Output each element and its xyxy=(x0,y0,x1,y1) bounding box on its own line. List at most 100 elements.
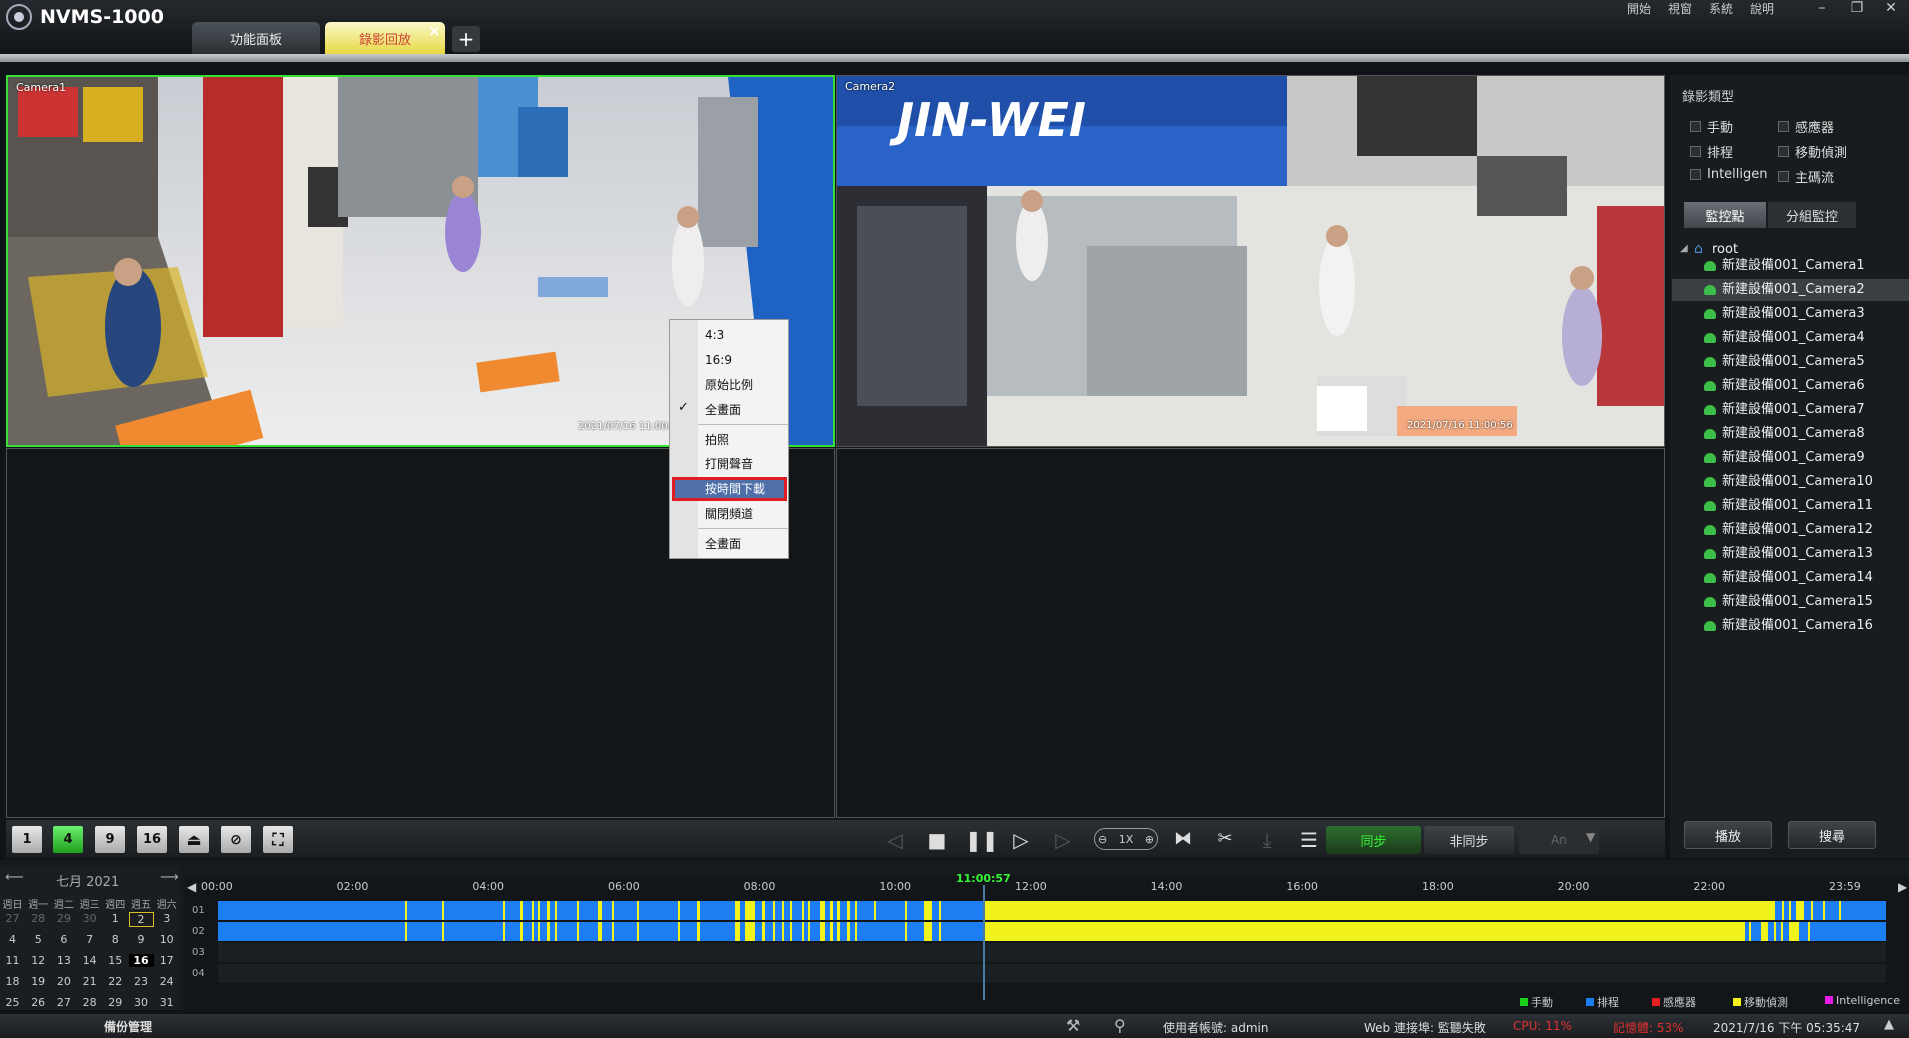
menu-item-full-screen[interactable]: 全畫面 xyxy=(705,400,787,420)
calendar-day[interactable]: 29 xyxy=(103,996,128,1009)
play-button[interactable]: 播放 xyxy=(1684,821,1772,849)
calendar-day[interactable]: 7 xyxy=(77,933,102,946)
calendar-day[interactable]: 27 xyxy=(0,912,25,925)
calendar-day[interactable]: 31 xyxy=(154,996,179,1009)
chevron-down-icon[interactable]: ▼ xyxy=(1586,830,1595,844)
checkbox-icon[interactable] xyxy=(1690,121,1701,132)
calendar-day[interactable]: 13 xyxy=(51,954,76,967)
calendar-day[interactable]: 18 xyxy=(0,975,25,988)
tools-icon[interactable]: ⚒ xyxy=(1066,1016,1080,1035)
tab-group-monitor[interactable]: 分組監控 xyxy=(1768,202,1856,228)
calendar-day[interactable]: 24 xyxy=(154,975,179,988)
tree-expand-icon[interactable]: ◢ xyxy=(1680,243,1688,254)
timeline-track[interactable] xyxy=(218,922,1886,941)
speed-up-icon[interactable]: ⊕ xyxy=(1145,833,1154,846)
calendar-day[interactable]: 6 xyxy=(51,933,76,946)
list-icon[interactable]: ☰ xyxy=(1295,828,1323,852)
calendar-day[interactable]: 11 xyxy=(0,954,25,967)
camera-tree-item[interactable]: 新建設備001_Camera15 xyxy=(1704,591,1873,613)
close-tab-icon[interactable]: × xyxy=(428,22,441,40)
camera-tree-item[interactable]: 新建設備001_Camera6 xyxy=(1704,375,1865,397)
calendar-day[interactable]: 28 xyxy=(77,996,102,1009)
layout-16-button[interactable]: 16 xyxy=(137,826,167,853)
calendar-day[interactable]: 16 xyxy=(128,954,154,967)
camera-tree-item[interactable]: 新建設備001_Camera9 xyxy=(1704,447,1865,469)
calendar-day[interactable]: 26 xyxy=(26,996,51,1009)
camera-tree-item[interactable]: 新建設備001_Camera10 xyxy=(1704,471,1873,493)
async-button[interactable]: 非同步 xyxy=(1424,826,1514,854)
tab-playback[interactable]: 錄影回放 xyxy=(325,22,445,54)
timeline-left-icon[interactable]: ◀ xyxy=(187,880,196,894)
camera-tree-item[interactable]: 新建設備001_Camera11 xyxy=(1704,495,1873,517)
video-cell-camera2[interactable]: JIN-WEI Camera2 2021/07/16 11:00:56 xyxy=(836,75,1665,447)
calendar-day[interactable]: 4 xyxy=(0,933,25,946)
calendar-day[interactable]: 3 xyxy=(154,912,179,925)
menu-system[interactable]: 系統 xyxy=(1709,0,1733,17)
no-record-icon[interactable]: ⊘ xyxy=(221,826,251,853)
sync-button[interactable]: 同步 xyxy=(1326,826,1421,854)
calendar-day[interactable]: 27 xyxy=(51,996,76,1009)
checkbox-icon[interactable] xyxy=(1690,146,1701,157)
step-back-icon[interactable]: ◁ xyxy=(881,828,909,852)
checkbox-icon[interactable] xyxy=(1778,146,1789,157)
camera-tree-item[interactable]: 新建設備001_Camera7 xyxy=(1704,399,1865,421)
menu-item-close-channel[interactable]: 關閉頻道 xyxy=(705,504,787,524)
layout-9-button[interactable]: 9 xyxy=(95,826,125,853)
timeline-track[interactable] xyxy=(218,964,1886,983)
expand-up-icon[interactable]: ▲ xyxy=(1884,1017,1894,1032)
layout-1-button[interactable]: 1 xyxy=(12,826,42,853)
menu-item-original-ratio[interactable]: 原始比例 xyxy=(705,375,787,395)
timeline-cursor[interactable] xyxy=(983,885,985,1000)
calendar-day[interactable]: 8 xyxy=(103,933,128,946)
camera-tree-item[interactable]: 新建設備001_Camera3 xyxy=(1704,303,1865,325)
calendar-day[interactable]: 29 xyxy=(51,912,76,925)
tab-monitor-points[interactable]: 監控點 xyxy=(1684,202,1766,228)
calendar-day[interactable]: 2 xyxy=(128,912,154,927)
camera-tree-item[interactable]: 新建設備001_Camera13 xyxy=(1704,543,1873,565)
menu-item-4-3[interactable]: 4:3 xyxy=(705,325,787,345)
checkbox-main-stream[interactable]: 主碼流 xyxy=(1778,167,1834,186)
scissors-icon[interactable]: ✂ xyxy=(1211,828,1239,849)
checkbox-motion[interactable]: 移動偵測 xyxy=(1778,142,1847,161)
checkbox-icon[interactable] xyxy=(1690,169,1701,180)
menu-window[interactable]: 視窗 xyxy=(1668,0,1692,17)
timeline-right-icon[interactable]: ▶ xyxy=(1898,880,1907,894)
download-icon[interactable]: ⤓ xyxy=(1253,828,1281,852)
step-forward-icon[interactable]: ▷ xyxy=(1049,828,1077,852)
stop-icon[interactable]: ■ xyxy=(923,828,951,852)
camera-tree-item[interactable]: 新建設備001_Camera1 xyxy=(1704,255,1865,277)
checkbox-icon[interactable] xyxy=(1778,171,1789,182)
add-tab-button[interactable]: + xyxy=(452,26,480,52)
speed-control[interactable]: ⊖ 1X ⊕ xyxy=(1094,828,1158,850)
checkbox-manual[interactable]: 手動 xyxy=(1690,117,1733,136)
speed-down-icon[interactable]: ⊖ xyxy=(1098,833,1107,846)
eject-icon[interactable]: ⏏ xyxy=(179,826,209,853)
calendar-day[interactable]: 14 xyxy=(77,954,102,967)
menu-item-download-by-time[interactable]: 按時間下載 xyxy=(705,479,787,499)
calendar-day[interactable]: 12 xyxy=(26,954,51,967)
search-button[interactable]: 搜尋 xyxy=(1788,821,1876,849)
calendar-day[interactable]: 21 xyxy=(77,975,102,988)
calendar-day[interactable]: 5 xyxy=(26,933,51,946)
calendar-day[interactable]: 25 xyxy=(0,996,25,1009)
close-window-icon[interactable]: ✕ xyxy=(1880,0,1902,16)
prev-month-icon[interactable]: ⟵ xyxy=(5,870,24,885)
checkbox-intelligence[interactable]: Intelligen xyxy=(1690,167,1768,182)
camera-tree-item[interactable]: 新建設備001_Camera8 xyxy=(1704,423,1865,445)
calendar-day[interactable]: 22 xyxy=(103,975,128,988)
calendar-day[interactable]: 19 xyxy=(26,975,51,988)
layout-4-button[interactable]: 4 xyxy=(53,826,83,853)
menu-help[interactable]: 說明 xyxy=(1750,0,1774,17)
menu-item-snapshot[interactable]: 拍照 xyxy=(705,430,787,450)
pause-icon[interactable]: ❚❚ xyxy=(965,828,999,852)
network-icon[interactable]: ⚲ xyxy=(1114,1016,1126,1035)
restore-icon[interactable]: ❐ xyxy=(1846,0,1868,16)
minimize-icon[interactable]: – xyxy=(1811,0,1833,16)
calendar-day[interactable]: 28 xyxy=(26,912,51,925)
next-month-icon[interactable]: ⟶ xyxy=(160,870,179,885)
calendar-day[interactable]: 23 xyxy=(129,975,154,988)
calendar-day[interactable]: 20 xyxy=(51,975,76,988)
checkbox-sensor[interactable]: 感應器 xyxy=(1778,117,1834,136)
menu-start[interactable]: 開始 xyxy=(1627,0,1651,17)
calendar-day[interactable]: 9 xyxy=(129,933,154,946)
